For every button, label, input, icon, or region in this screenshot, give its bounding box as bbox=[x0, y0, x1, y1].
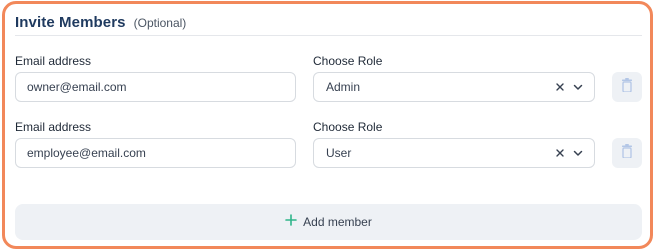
add-member-label: Add member bbox=[303, 215, 372, 229]
role-select[interactable]: Admin bbox=[313, 72, 595, 102]
trash-icon bbox=[621, 77, 633, 97]
x-icon[interactable] bbox=[554, 147, 566, 159]
member-row: Email address Choose Role Admin bbox=[15, 54, 642, 118]
header-divider bbox=[15, 35, 642, 36]
delete-member-button[interactable] bbox=[612, 72, 642, 102]
delete-member-button[interactable] bbox=[612, 138, 642, 168]
role-selected-value: Admin bbox=[326, 80, 361, 94]
email-label: Email address bbox=[15, 120, 92, 134]
role-label: Choose Role bbox=[313, 120, 383, 134]
role-label: Choose Role bbox=[313, 54, 383, 68]
email-input[interactable] bbox=[15, 72, 296, 102]
card-header: Invite Members (Optional) bbox=[15, 14, 186, 36]
card-title: Invite Members bbox=[15, 14, 126, 31]
optional-note: (Optional) bbox=[133, 16, 187, 30]
role-selected-value: User bbox=[326, 146, 352, 160]
member-row: Email address Choose Role User bbox=[15, 120, 642, 184]
plus-icon bbox=[285, 213, 297, 231]
trash-icon bbox=[621, 143, 633, 163]
email-label: Email address bbox=[15, 54, 92, 68]
chevron-down-icon[interactable] bbox=[572, 81, 584, 93]
add-member-button[interactable]: Add member bbox=[15, 204, 642, 240]
chevron-down-icon[interactable] bbox=[572, 147, 584, 159]
invite-members-card: Invite Members (Optional) Email address … bbox=[2, 1, 653, 249]
role-select[interactable]: User bbox=[313, 138, 595, 168]
x-icon[interactable] bbox=[554, 81, 566, 93]
email-input[interactable] bbox=[15, 138, 296, 168]
